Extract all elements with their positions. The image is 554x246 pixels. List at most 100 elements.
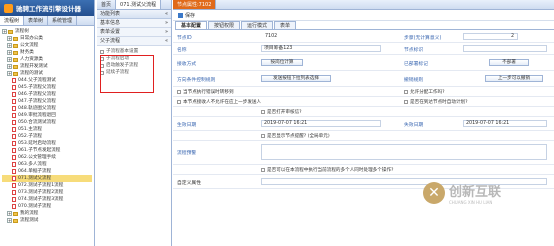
tree-item[interactable]: 073.测试子流程2流程 [2,189,92,196]
dir-label: 方向条件控制规则 [177,78,216,83]
remind-checkbox[interactable]: 是否显示节点提醒? (全局单元) [261,133,330,139]
tree-item-label: 070.测试子流程 [18,204,52,209]
tree-item-label: 日常办公类 [20,36,43,41]
folder-icon [13,211,18,216]
tree-item[interactable]: 053.延时启动流程 [2,140,92,147]
expand-toggle-icon[interactable]: + [7,71,12,76]
tab-run-mode[interactable]: 运行模式 [241,21,274,29]
watermark: ✕ 创新互联 CHUANG XIN HU LIAN [423,181,501,205]
tab-flow[interactable]: 071.测试父流程 [116,0,162,9]
tree-item[interactable]: 044.父子流程测试 [2,77,92,84]
remind-checkbox-label: 是否显示节点提醒? [267,134,307,139]
tree-item[interactable]: 070.测试子流程 [2,203,92,210]
custom-attr-input[interactable] [261,178,547,185]
tab-form[interactable]: 表单 [274,21,297,29]
expand-toggle-icon[interactable]: + [7,43,12,48]
expand-toggle-icon[interactable]: + [2,29,7,34]
error-checkbox[interactable]: 当节点执行错误时转移到 [177,89,234,95]
tree-item[interactable]: + 流程的测试 [2,70,92,77]
tree-item[interactable]: 049.审批流程退回 [2,112,92,119]
date2-input[interactable]: 2019-07-07 16:21 [463,120,547,127]
tree-item[interactable]: 047.子流程父流程 [2,98,92,105]
expand-toggle-icon[interactable]: + [7,218,12,223]
collapse-icon[interactable]: « [165,10,168,18]
section-subflow[interactable]: 父子流程 « [97,37,171,46]
tree-item[interactable]: + 流程树 [2,28,92,35]
remark-textarea[interactable] [261,144,547,160]
tree-item[interactable]: + 财务类 [2,49,92,56]
audit-checkbox[interactable]: 是否打开审核信? [261,109,302,115]
node-property-panel: 节点属性:7102 保存 基本配置 按钮权限 运行模式 表单 节点ID 7102… [173,0,554,246]
section-basic[interactable]: 基本信息 » [97,19,171,28]
form-row: 方向条件控制规则 发送按钮下拉列表选择 撤销规则 上一步可以撤销 [173,71,554,87]
tree-item[interactable]: 061.子节点发起流程 [2,147,92,154]
tree-item-label: 044.父子流程测试 [18,78,56,83]
tree-item[interactable]: + 公文流程 [2,42,92,49]
expand-icon: » [164,29,168,35]
tree-item[interactable]: 064.单据子流程 [2,168,92,175]
flow-icon [12,134,16,139]
name-input[interactable]: 项目筹备123 [261,45,381,52]
checkbox-icon [404,90,408,94]
tab-flow-tree[interactable]: 流程树 [0,16,25,25]
remark-label: 流程预警 [177,151,197,156]
no-sender-checkbox[interactable]: 本节点接收人不允许在应上一步发送人 [177,99,261,105]
tree-item[interactable]: 062.公文管理手续 [2,154,92,161]
name-label: 名称 [177,48,187,53]
tree-item[interactable]: 052.子流程 [2,133,92,140]
tree-item-label: 046.子流程父流程 [18,92,56,97]
save-button[interactable]: 保存 [178,12,195,19]
tree-item-label: 人力资源类 [20,57,43,62]
tree-item[interactable]: 072.测试子流程1流程 [2,182,92,189]
checkbox-icon [177,100,181,104]
tree-item-label: 流程的测试 [20,71,43,76]
tree-item[interactable]: + 我的流程 [2,210,92,217]
tab-home[interactable]: 首页 [97,0,117,9]
node-sign-input[interactable] [463,45,547,52]
tree-item[interactable]: 074.测试子流程3流程 [2,196,92,203]
subflow-item[interactable]: 子流程基本设置 [100,48,168,55]
expand-toggle-icon[interactable]: + [7,64,12,69]
reach-select[interactable]: 按岗位计算 [261,59,303,66]
flow-icon [12,169,16,174]
tree-item[interactable]: 051.主流程 [2,126,92,133]
expand-toggle-icon[interactable]: + [7,211,12,216]
tab-form-tree[interactable]: 表单树 [24,16,49,25]
dir-select[interactable]: 发送按钮下拉列表选择 [261,75,331,82]
expand-toggle-icon[interactable]: + [7,50,12,55]
tree-item[interactable]: 045.子流程父流程 [2,84,92,91]
tab-basic[interactable]: 基本配置 [175,21,208,29]
tree-item[interactable]: 063.多人流程 [2,161,92,168]
tab-buttons[interactable]: 按钮权限 [208,21,241,29]
tab-node-attr[interactable]: 节点属性:7102 [173,0,217,9]
dept-select[interactable]: 不部署 [489,59,529,66]
flow-icon [12,197,16,202]
tree-item[interactable]: 046.子流程父流程 [2,91,92,98]
expand-toggle-icon[interactable]: + [7,57,12,62]
form-row: 流程预警 [173,141,554,165]
left-panel: 驰骋工作流引擎设计器 流程树 表单树 系统管理 + 流程树 + 日常办公类 + 公文流程 +… [0,0,95,246]
allocate-checkbox[interactable]: 允许分配工作吗? [404,89,445,95]
checkbox-icon [177,90,181,94]
auto-plan-checkbox[interactable]: 是否在到达节点时自动计划? [404,99,468,105]
flow-icon [12,99,16,104]
expand-toggle-icon[interactable]: + [7,36,12,41]
step-input[interactable]: 2 [463,33,518,40]
section-form[interactable]: 表单设置 » [97,28,171,37]
date1-label: 生效日期 [177,123,197,128]
multi-process-checkbox[interactable]: 是否可以在本流程中执行当前流程的多个人同时处理多个操作? [261,167,393,173]
tree-item[interactable]: + 人力资源类 [2,56,92,63]
tree-item[interactable]: 071.测试父流程 [2,175,92,182]
checkbox-icon [261,110,265,114]
tree-item[interactable]: + 流程开发测试 [2,63,92,70]
flow-tree: + 流程树 + 日常办公类 + 公文流程 + 财务类 + 人力资源类 + 流程开发测试 + 流程的测试 04… [0,26,94,226]
expand-icon: » [164,20,168,26]
form-row: 生效日期 2019-07-07 16:21 失效日期 2019-07-07 16… [173,117,554,131]
tree-item[interactable]: + 日常办公类 [2,35,92,42]
tree-item[interactable]: 050.合流测试流程 [2,119,92,126]
tree-item[interactable]: 048.轨迹图父流程 [2,105,92,112]
tab-system[interactable]: 系统管理 [48,16,78,25]
mode-select[interactable]: 上一步可以撤销 [485,75,543,82]
date1-input[interactable]: 2019-07-07 16:21 [261,120,381,127]
tree-item[interactable]: + 流程测试 [2,217,92,224]
